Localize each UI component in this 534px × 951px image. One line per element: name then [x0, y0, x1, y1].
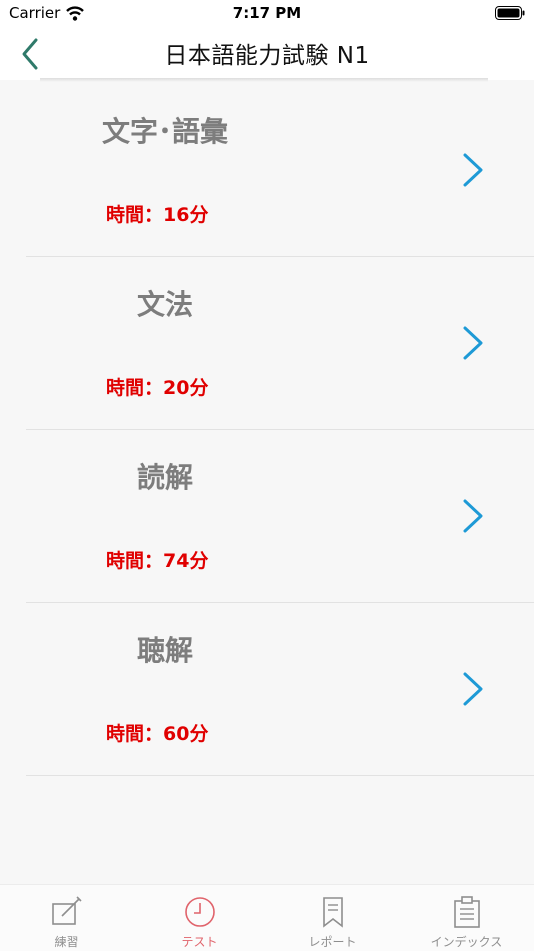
chevron-right-icon — [463, 153, 483, 187]
page-title: 日本語能力試験 N1 — [164, 43, 370, 69]
tab-practice[interactable]: 練習 — [0, 885, 133, 951]
bookmark-icon — [322, 897, 343, 928]
tab-report[interactable]: レポート — [266, 885, 399, 951]
section-list: 文字･語彙 時間：16分 文法 時間：20分 読解 時間：74分 聴解 時間：6… — [26, 84, 534, 776]
section-row-reading[interactable]: 読解 時間：74分 — [26, 430, 534, 603]
chevron-right-icon — [463, 326, 483, 360]
time-value: 74分 — [163, 550, 209, 572]
battery-icon — [495, 6, 525, 20]
status-time: 7:17 PM — [232, 4, 302, 22]
section-row-vocabulary[interactable]: 文字･語彙 時間：16分 — [26, 84, 534, 257]
section-title: 文法 — [136, 288, 193, 321]
section-title: 文字･語彙 — [101, 115, 228, 148]
section-row-grammar[interactable]: 文法 時間：20分 — [26, 257, 534, 430]
tab-index[interactable]: インデックス — [400, 885, 533, 951]
section-row-listening[interactable]: 聴解 時間：60分 — [26, 603, 534, 776]
clipboard-icon — [453, 896, 480, 928]
clock-icon — [184, 897, 215, 927]
time-value: 16分 — [163, 204, 209, 226]
tab-label: テスト — [181, 935, 218, 949]
section-time: 時間：20分 — [106, 373, 208, 400]
section-time: 時間：60分 — [106, 719, 208, 746]
tab-bar: 練習 テスト レポート インデックス — [0, 884, 534, 951]
chevron-right-icon — [463, 672, 483, 706]
time-label: 時間： — [106, 377, 164, 399]
status-bar: Carrier 7:17 PM — [0, 0, 534, 28]
tab-test[interactable]: テスト — [133, 885, 266, 951]
time-value: 60分 — [163, 723, 209, 745]
tab-label: レポート — [308, 935, 357, 949]
tab-label: インデックス — [430, 935, 503, 949]
nav-shadow — [40, 78, 488, 82]
section-time: 時間：74分 — [106, 546, 208, 573]
chevron-right-icon — [463, 499, 483, 533]
section-title: 読解 — [136, 461, 193, 494]
tab-label: 練習 — [54, 935, 79, 949]
time-label: 時間： — [106, 723, 164, 745]
section-time: 時間：16分 — [106, 200, 208, 227]
pencil-note-icon — [51, 896, 82, 925]
time-value: 20分 — [163, 377, 209, 399]
time-label: 時間： — [106, 550, 164, 572]
time-label: 時間： — [106, 204, 164, 226]
section-title: 聴解 — [136, 634, 193, 667]
